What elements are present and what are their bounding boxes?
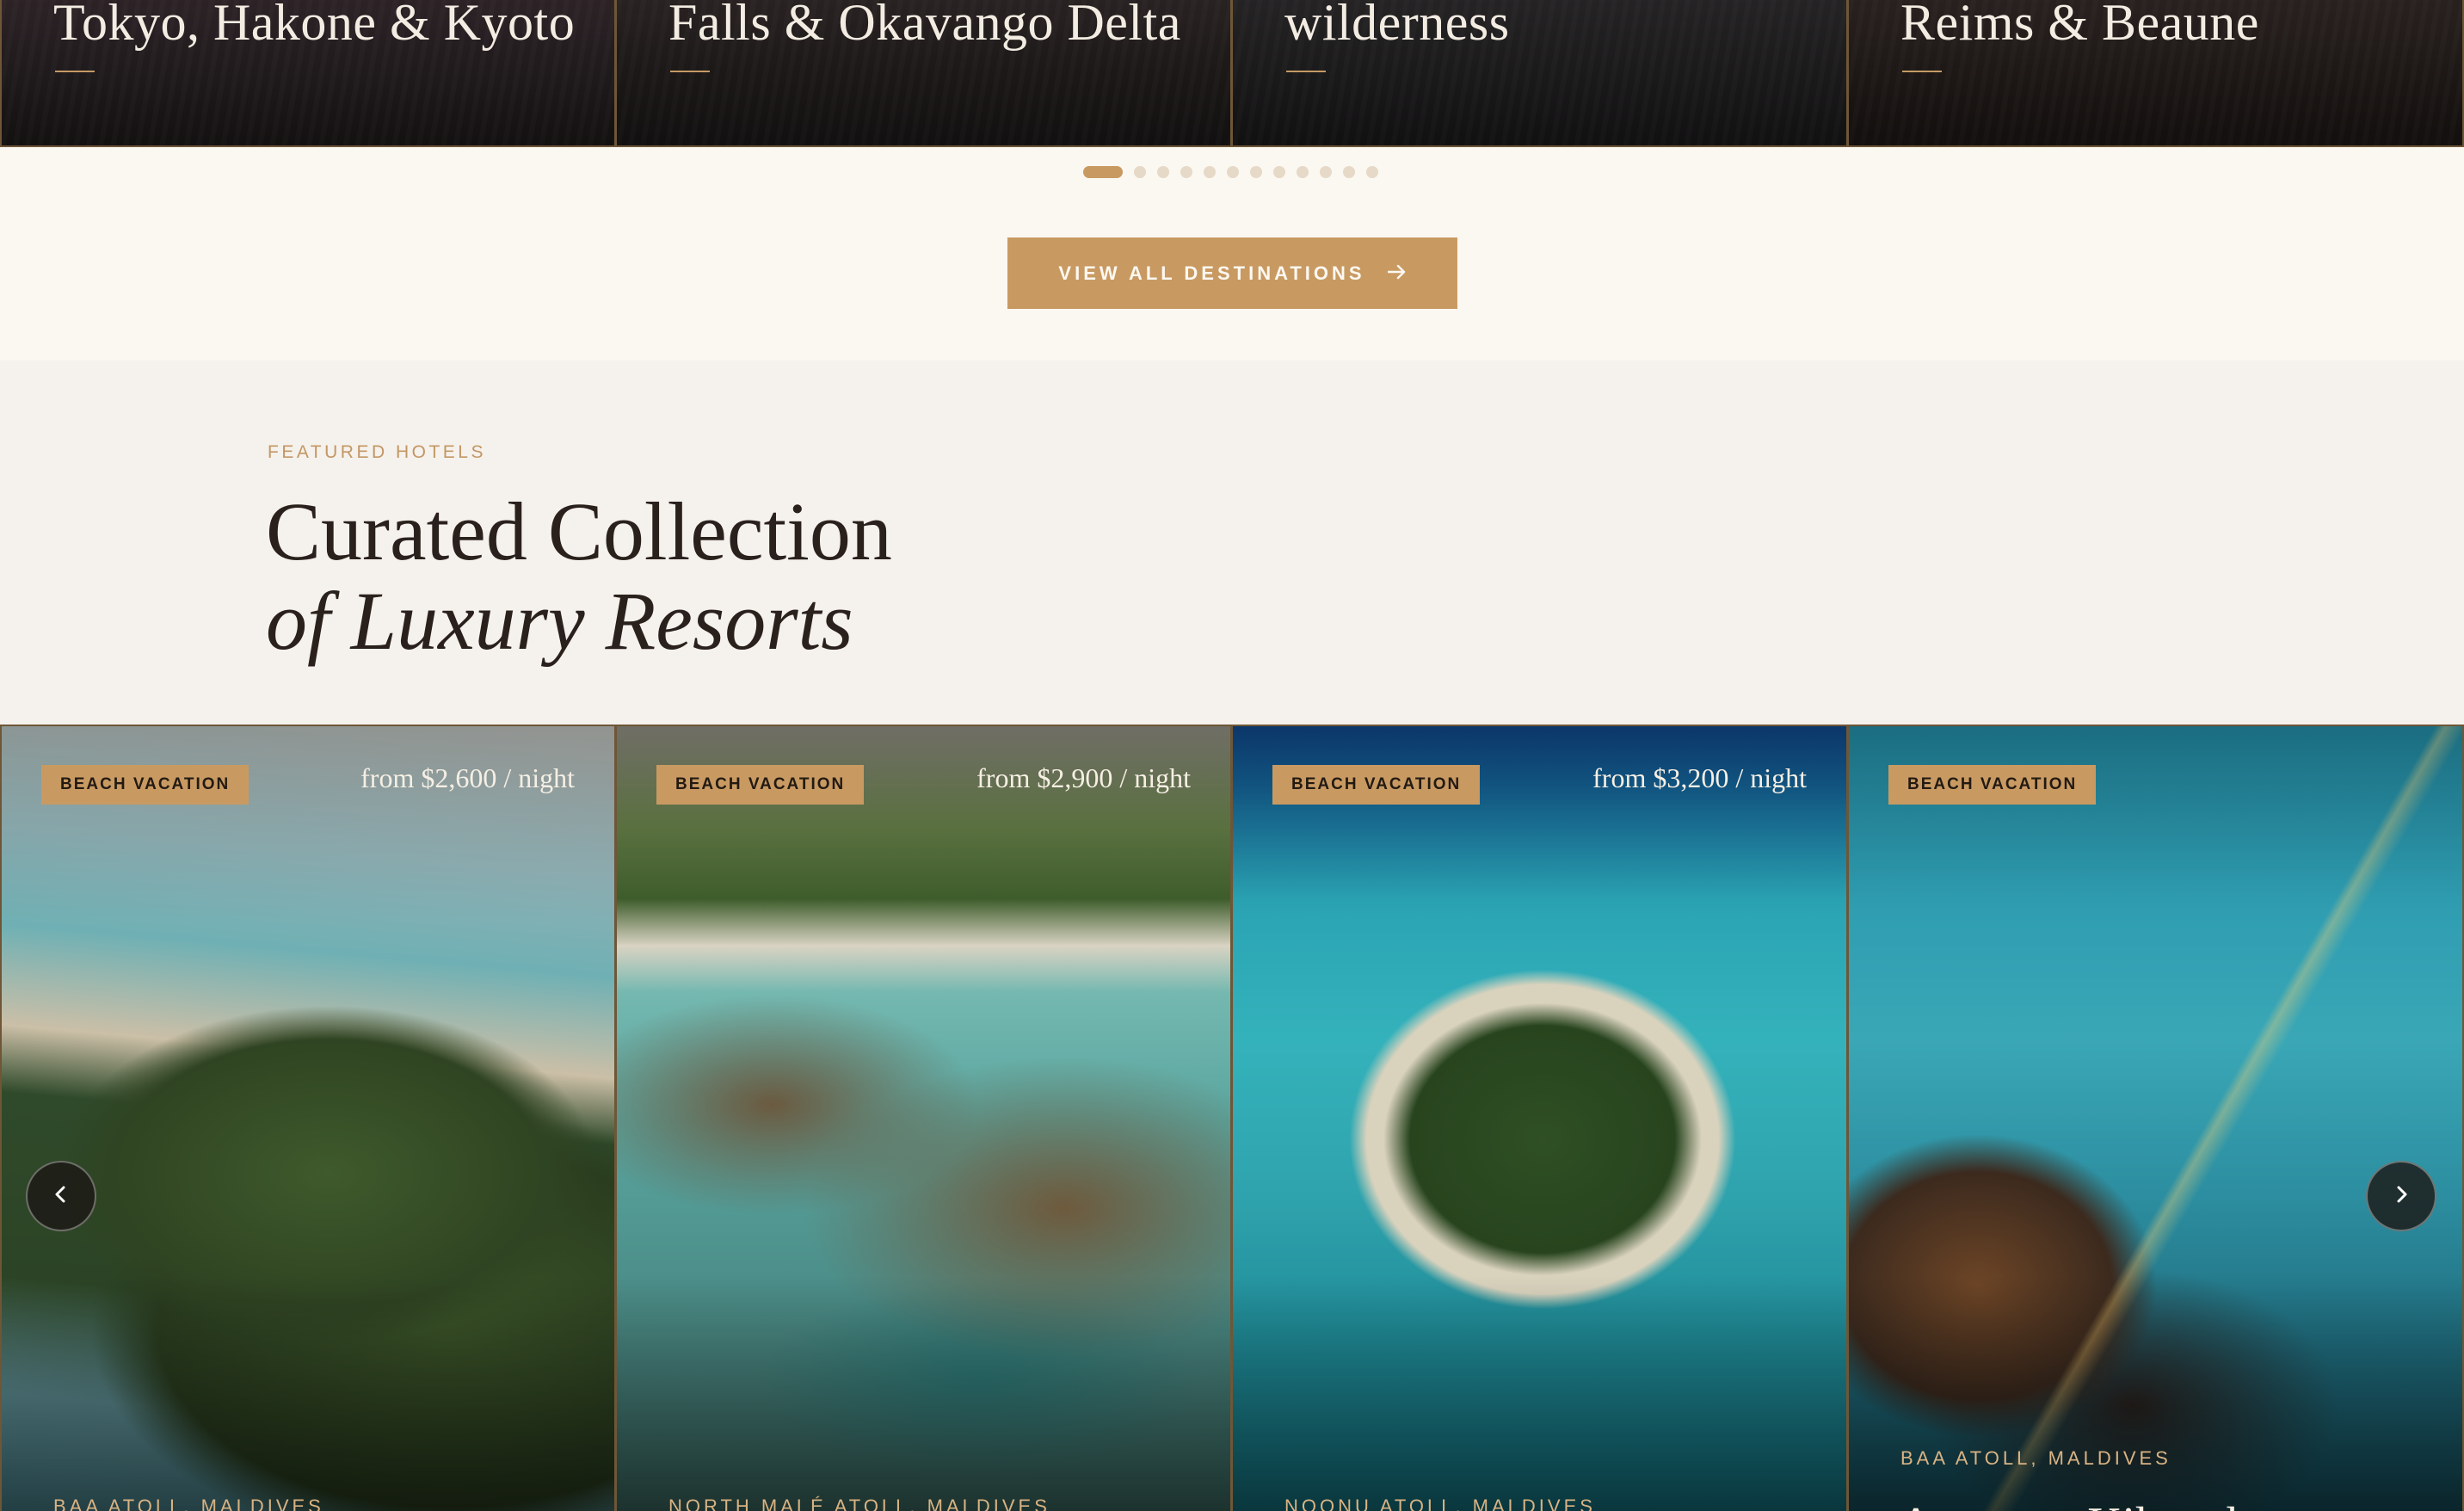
pagination-dot[interactable]: [1250, 166, 1262, 178]
category-badge: BEACH VACATION: [41, 765, 249, 805]
hotel-image: [1233, 726, 1846, 1511]
destination-title: Reims & Beaune: [1900, 0, 2259, 51]
destination-title: wilderness: [1284, 0, 1510, 51]
hotel-name: Anantara Kihavah: [1899, 1497, 2251, 1511]
hotel-image: [617, 726, 1230, 1511]
pagination-dot[interactable]: [1273, 166, 1285, 178]
chevron-right-icon: [2388, 1181, 2414, 1212]
title-divider: [1902, 71, 1942, 72]
view-all-destinations-button[interactable]: VIEW ALL DESTINATIONS: [1007, 237, 1457, 309]
title-divider: [1286, 71, 1326, 72]
pagination-dot-active[interactable]: [1083, 166, 1123, 178]
hotel-location: BAA ATOLL, MALDIVES: [1900, 1447, 2171, 1469]
chevron-left-icon: [48, 1181, 74, 1212]
headline-line-1: Curated Collection: [266, 485, 892, 577]
hotels-carousel: BEACH VACATION from $2,600 / night BAA A…: [0, 725, 2464, 1511]
title-divider: [55, 71, 95, 72]
destination-card[interactable]: Falls & Okavango Delta: [616, 0, 1232, 147]
pagination-dot[interactable]: [1134, 166, 1146, 178]
carousel-pagination: [1083, 166, 1378, 178]
hotel-image: [2, 726, 614, 1511]
hotel-card[interactable]: BEACH VACATION from $2,900 / night NORTH…: [616, 725, 1232, 1511]
hotel-location: NORTH MALÉ ATOLL, MALDIVES: [668, 1496, 1050, 1511]
headline-line-2: of Luxury Resorts: [266, 575, 853, 667]
hotel-card[interactable]: BEACH VACATION BAA ATOLL, MALDIVES Anant…: [1848, 725, 2464, 1511]
arrow-right-icon: [1387, 262, 1407, 286]
category-badge: BEACH VACATION: [1272, 765, 1481, 805]
hotel-image: [1849, 726, 2462, 1511]
hotel-location: NOONU ATOLL, MALDIVES: [1284, 1496, 1596, 1511]
carousel-prev-button[interactable]: [26, 1161, 96, 1231]
destination-card[interactable]: Reims & Beaune: [1848, 0, 2464, 147]
hotel-location: BAA ATOLL, MALDIVES: [53, 1496, 324, 1511]
category-badge: BEACH VACATION: [656, 765, 865, 805]
destination-title: Falls & Okavango Delta: [668, 0, 1181, 51]
pagination-dot[interactable]: [1343, 166, 1355, 178]
destinations-carousel: Tokyo, Hakone & Kyoto Falls & Okavango D…: [0, 0, 2464, 147]
pagination-dot[interactable]: [1320, 166, 1332, 178]
hotel-price: from $3,200 / night: [1592, 762, 1807, 793]
title-divider: [670, 71, 710, 72]
section-headline: Curated Collection of Luxury Resorts: [266, 487, 892, 666]
view-all-label: VIEW ALL DESTINATIONS: [1058, 262, 1365, 284]
hotel-price: from $2,900 / night: [976, 762, 1191, 793]
pagination-dot[interactable]: [1180, 166, 1192, 178]
pagination-dot[interactable]: [1297, 166, 1309, 178]
pagination-dot[interactable]: [1204, 166, 1216, 178]
destination-title: Tokyo, Hakone & Kyoto: [53, 0, 576, 51]
category-badge: BEACH VACATION: [1888, 765, 2097, 805]
pagination-dot[interactable]: [1227, 166, 1239, 178]
pagination-dot[interactable]: [1366, 166, 1378, 178]
hotel-card[interactable]: BEACH VACATION from $3,200 / night NOONU…: [1232, 725, 1848, 1511]
hotel-card[interactable]: BEACH VACATION from $2,600 / night BAA A…: [0, 725, 616, 1511]
hotel-price: from $2,600 / night: [360, 762, 575, 793]
carousel-next-button[interactable]: [2366, 1161, 2436, 1231]
destination-card[interactable]: Tokyo, Hakone & Kyoto: [0, 0, 616, 147]
destination-card[interactable]: wilderness: [1232, 0, 1848, 147]
pagination-dot[interactable]: [1157, 166, 1169, 178]
section-eyebrow: FEATURED HOTELS: [268, 442, 486, 462]
